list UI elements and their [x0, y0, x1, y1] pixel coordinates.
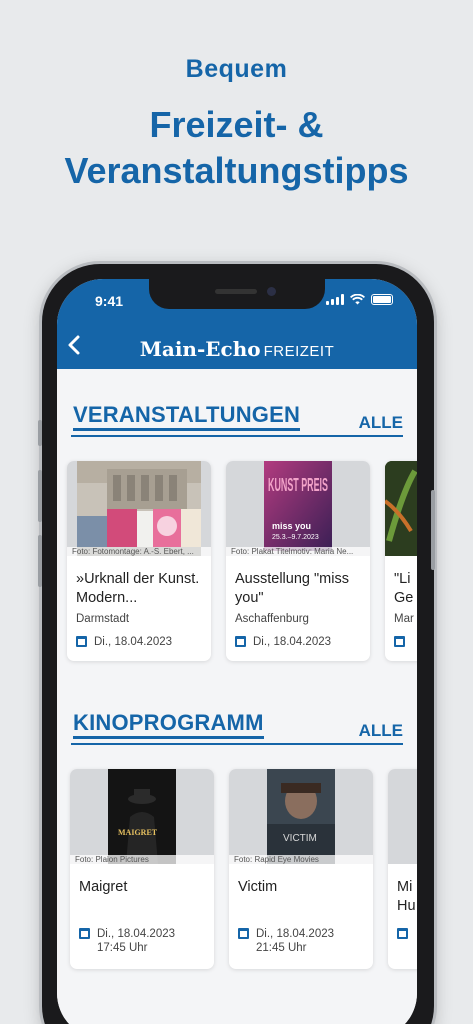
calendar-icon	[79, 928, 90, 939]
phone-screen: 9:41 Main-Echo FREIZEIT VERANSTALTUNGEN A	[57, 279, 417, 1024]
movie-showtime	[397, 927, 408, 939]
status-icons	[326, 294, 393, 305]
notch	[149, 279, 325, 309]
movie-image-credit: Foto: Plaion Pictures	[70, 855, 214, 865]
brand-sub: FREIZEIT	[263, 343, 335, 360]
events-all-link[interactable]: ALLE	[359, 413, 403, 433]
poster-victim: VICTIM	[283, 833, 317, 844]
calendar-icon	[397, 928, 408, 939]
calendar-icon	[394, 636, 405, 647]
event-date: Di., 18.04.2023	[76, 635, 172, 649]
poster-dates: 25.3.–9.7.2023	[272, 534, 319, 541]
movie-showtime-text: Di., 18.04.2023 17:45 Uhr	[97, 928, 176, 954]
movie-title: Mi Hu	[397, 879, 416, 914]
cinema-card[interactable]: Mi Hu	[388, 769, 417, 969]
wifi-icon	[350, 294, 365, 305]
cinema-section-header: KINOPROGRAMM ALLE	[71, 709, 403, 745]
volume-down-button	[38, 535, 42, 587]
event-image: KUNST PREIS miss you 25.3.–9.7.2023	[226, 461, 370, 556]
promo-title-line1: Freizeit- &	[149, 104, 324, 145]
promo-title: Freizeit- & Veranstaltungstipps	[0, 102, 473, 194]
events-section-header: VERANSTALTUNGEN ALLE	[71, 401, 403, 437]
calendar-icon	[76, 636, 87, 647]
event-location: Mar	[394, 613, 414, 625]
movie-poster	[388, 769, 417, 864]
event-card[interactable]: Foto: Fotomontage: A.-S. Ebert, ... »Urk…	[67, 461, 211, 661]
event-title: "Li Ge	[394, 571, 414, 606]
event-date: Di., 18.04.2023	[235, 635, 331, 649]
calendar-icon	[235, 636, 246, 647]
calendar-icon	[238, 928, 249, 939]
event-image-credit: Foto: Plakat Titelmotiv: Maria Ne...	[226, 547, 370, 557]
events-section-title: VERANSTALTUNGEN	[73, 402, 301, 431]
movie-poster: VICTIM	[229, 769, 373, 864]
event-location: Darmstadt	[76, 613, 130, 625]
event-date-text: Di., 18.04.2023	[94, 636, 173, 648]
status-time: 9:41	[95, 293, 124, 309]
movie-title: Victim	[238, 879, 278, 895]
event-image	[67, 461, 211, 556]
cellular-signal-icon	[326, 294, 344, 305]
main-content: VERANSTALTUNGEN ALLE Foto: Fotomontage: …	[57, 369, 417, 1024]
movie-showtime-text: Di., 18.04.2023 21:45 Uhr	[256, 928, 335, 954]
event-date	[394, 635, 405, 647]
event-location: Aschaffenburg	[235, 613, 309, 625]
battery-icon	[371, 294, 393, 305]
volume-up-button	[38, 470, 42, 522]
power-button	[431, 490, 435, 570]
promo-title-line2: Veranstaltungstipps	[64, 150, 409, 191]
event-image-credit: Foto: Fotomontage: A.-S. Ebert, ...	[67, 547, 211, 557]
event-date-text: Di., 18.04.2023	[253, 636, 332, 648]
cinema-card[interactable]: VICTIM Foto: Rapid Eye Movies Victim Di.…	[229, 769, 373, 969]
brand-logo: Main-Echo FREIZEIT	[57, 337, 417, 361]
poster-miss-you: miss you	[272, 521, 311, 531]
app-header: 9:41 Main-Echo FREIZEIT	[57, 279, 417, 369]
cinema-all-link[interactable]: ALLE	[359, 721, 403, 741]
cinema-card[interactable]: MAIGRET Foto: Plaion Pictures Maigret Di…	[70, 769, 214, 969]
movie-poster: MAIGRET	[70, 769, 214, 864]
brand-main: Main-Echo	[139, 337, 261, 361]
poster-kunstpreis: KUNST PREIS	[268, 475, 328, 495]
cinema-section-title: KINOPROGRAMM	[73, 710, 264, 739]
event-title: »Urknall der Kunst. Modern...	[76, 571, 200, 606]
event-image	[385, 461, 417, 556]
movie-showtime: Di., 18.04.2023 17:45 Uhr	[79, 927, 175, 955]
mute-switch	[38, 420, 42, 446]
movie-showtime: Di., 18.04.2023 21:45 Uhr	[238, 927, 334, 955]
movie-image-credit: Foto: Rapid Eye Movies	[229, 855, 373, 865]
event-card[interactable]: KUNST PREIS miss you 25.3.–9.7.2023 Foto…	[226, 461, 370, 661]
event-title: Ausstellung "miss you"	[235, 571, 349, 606]
movie-title: Maigret	[79, 879, 128, 895]
promo-subtitle: Bequem	[185, 55, 288, 83]
event-card[interactable]: "Li Ge Mar	[385, 461, 417, 661]
poster-maigret: MAIGRET	[118, 828, 158, 837]
